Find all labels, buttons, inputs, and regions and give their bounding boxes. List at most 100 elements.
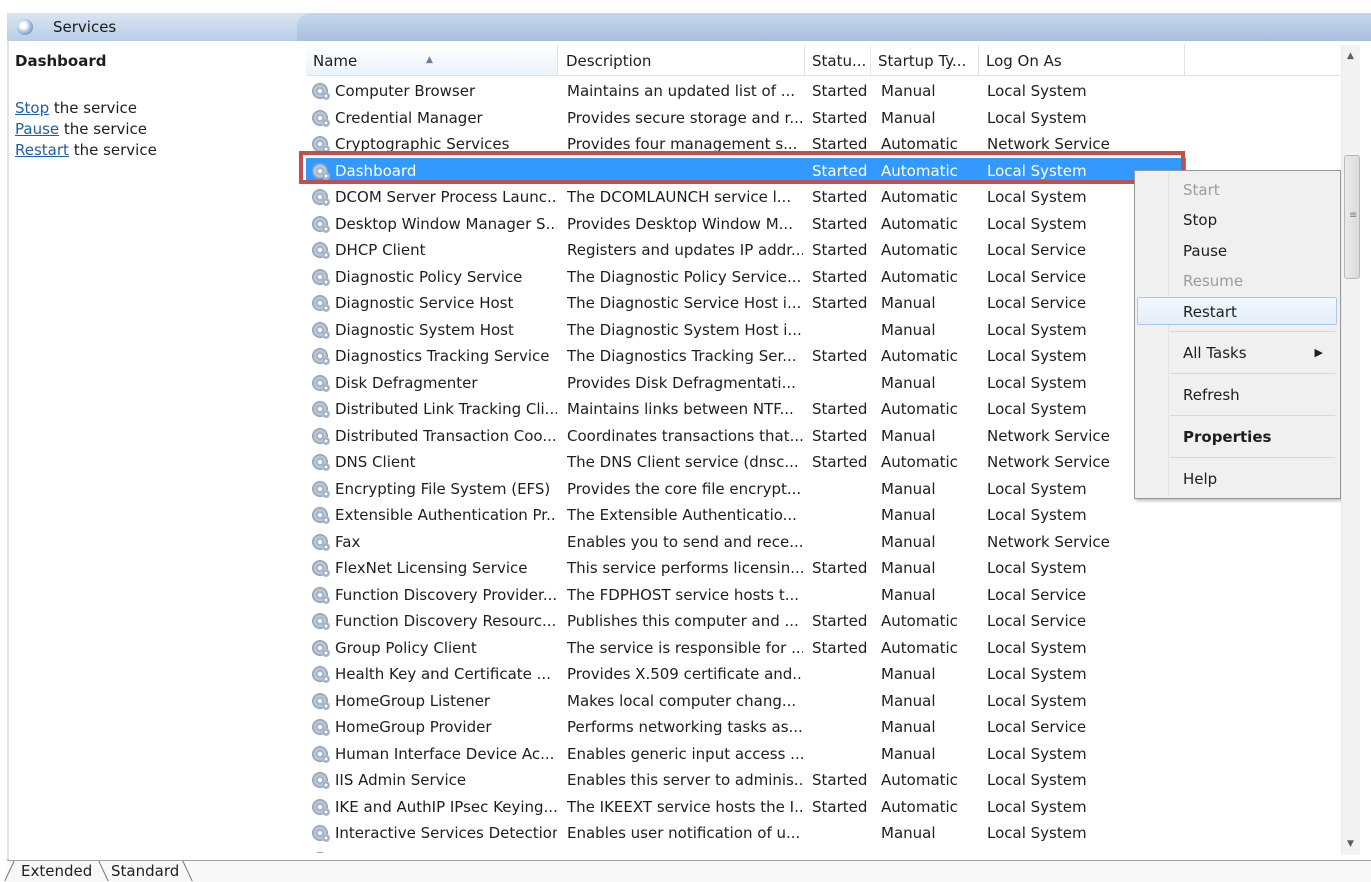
table-row[interactable]: Group Policy Client The service is respon… [306, 635, 1206, 662]
restart-link[interactable]: Restart [15, 141, 69, 159]
column-header-name[interactable]: ▲ Name [306, 45, 558, 75]
table-header: ▲ Name Description Statu... Startup Ty..… [306, 45, 1340, 76]
table-row[interactable]: Dashboard Started Automatic Local System [306, 157, 1186, 184]
column-header-status[interactable]: Statu... [805, 45, 871, 75]
table-row[interactable]: IKE and AuthIP IPsec Keying... The IKEEXT… [306, 794, 1206, 821]
vertical-scrollbar[interactable]: ▲ ≡ ▼ [1341, 45, 1360, 855]
menu-item-help[interactable]: Help [1137, 465, 1337, 493]
table-row[interactable]: Diagnostics Tracking Service The Diagnost… [306, 343, 1206, 370]
table-row[interactable]: Extensible Authentication Pr... The Exten… [306, 502, 1206, 529]
service-gear-icon [312, 639, 330, 657]
service-name: HomeGroup Listener [335, 691, 491, 710]
service-gear-icon [312, 507, 330, 524]
menu-item-pause[interactable]: Pause [1137, 237, 1337, 265]
service-startup-type: Manual [881, 373, 936, 392]
service-gear-icon [312, 83, 330, 100]
service-log-on-as: Local Service [987, 612, 1087, 630]
menu-item-label: Pause [1183, 242, 1228, 260]
menu-item-refresh[interactable]: Refresh [1137, 381, 1337, 409]
sidebar-action-restart: Restart the service [15, 141, 157, 159]
service-gear-icon [312, 586, 330, 604]
service-startup-type: Automatic [881, 214, 958, 233]
service-status: Started [812, 108, 868, 127]
table-row[interactable]: Computer Browser Maintains an updated lis… [306, 78, 1206, 105]
menu-item-start[interactable]: Start [1137, 176, 1337, 204]
service-description: Coordinates transactions that... [567, 426, 803, 445]
sidebar-action-stop: Stop the service [15, 99, 137, 117]
service-gear-icon [312, 295, 330, 312]
table-row[interactable]: Distributed Link Tracking Cli... Maintain… [306, 396, 1206, 423]
service-name: Function Discovery Resourc... [335, 612, 557, 630]
menu-item-resume[interactable]: Resume [1137, 267, 1337, 295]
table-row[interactable]: Interactive Services Detection Enables us… [306, 820, 1206, 847]
table-row[interactable]: Diagnostic Service Host The Diagnostic Se… [306, 290, 1206, 317]
table-row[interactable]: Diagnostic Policy Service The Diagnostic … [306, 264, 1206, 291]
table-row[interactable]: Desktop Window Manager S... Provides Desk… [306, 211, 1206, 238]
menu-item-restart[interactable]: Restart [1137, 297, 1337, 325]
service-gear-icon [312, 851, 328, 853]
service-name: DCOM Server Process Launc... [335, 188, 557, 206]
service-name: Internet Connection Sharing... [335, 847, 557, 854]
table-row[interactable]: Cryptographic Services Provides four mana… [306, 131, 1206, 158]
service-name: IKE and AuthIP IPsec Keying... [335, 797, 557, 816]
column-header-label: Startup Ty... [878, 52, 967, 70]
table-row[interactable]: DNS Client The DNS Client service (dnsc..… [306, 449, 1206, 476]
table-row[interactable]: Internet Connection Sharing... Provides n… [306, 847, 1206, 854]
service-gear-icon [312, 162, 330, 180]
service-log-on-as: Local System [987, 847, 1187, 854]
table-row[interactable]: Human Interface Device Ac... Enables gene… [306, 741, 1206, 768]
pause-link[interactable]: Pause [15, 120, 59, 138]
scroll-down-icon[interactable]: ▼ [1347, 839, 1354, 849]
table-row[interactable]: Health Key and Certificate ... Provides X… [306, 661, 1206, 688]
table-row[interactable]: Diagnostic System Host The Diagnostic Sys… [306, 317, 1206, 344]
table-row[interactable]: Function Discovery Provider... The FDPHOS… [306, 582, 1206, 609]
service-log-on-as: Local System [987, 744, 1087, 763]
service-name: Health Key and Certificate ... [335, 665, 551, 683]
table-row[interactable]: Distributed Transaction Coo... Coordinate… [306, 423, 1206, 450]
scroll-up-icon[interactable]: ▲ [1347, 51, 1354, 61]
table-row[interactable]: IIS Admin Service Enables this server to … [306, 767, 1206, 794]
service-startup-type: Manual [881, 320, 936, 339]
service-status: Started [812, 453, 868, 471]
service-startup-type: Automatic [881, 400, 958, 418]
service-description: Provides Desktop Window M... [567, 214, 793, 233]
table-row[interactable]: Encrypting File System (EFS) Provides the… [306, 476, 1206, 503]
service-name: Distributed Link Tracking Cli... [335, 400, 557, 418]
tab-standard[interactable]: Standard [97, 862, 193, 881]
table-row[interactable]: DCOM Server Process Launc... The DCOMLAUN… [306, 184, 1206, 211]
table-row[interactable]: HomeGroup Provider Performs networking ta… [306, 714, 1206, 741]
service-startup-type: Automatic [881, 347, 958, 365]
service-startup-type: Disabled [881, 847, 981, 854]
service-name: Disk Defragmenter [335, 373, 478, 392]
menu-item-label: Refresh [1183, 386, 1240, 404]
services-icon [17, 19, 33, 35]
column-header-startup-type[interactable]: Startup Ty... [871, 45, 979, 75]
table-row[interactable]: Credential Manager Provides secure storag… [306, 105, 1206, 132]
stop-link[interactable]: Stop [15, 99, 49, 117]
column-header-description[interactable]: Description [559, 45, 805, 75]
scrollbar-thumb[interactable]: ≡ [1344, 155, 1360, 279]
service-name: Diagnostic Service Host [335, 294, 514, 312]
service-startup-type: Automatic [881, 771, 958, 789]
column-header-log-on-as[interactable]: Log On As [979, 45, 1185, 75]
table-row[interactable]: FlexNet Licensing Service This service pe… [306, 555, 1206, 582]
menu-item-stop[interactable]: Stop [1137, 206, 1337, 234]
service-gear-icon [312, 745, 330, 763]
table-row[interactable]: Function Discovery Resourc... Publishes t… [306, 608, 1206, 635]
menu-item-properties[interactable]: Properties [1137, 423, 1337, 451]
service-name: Function Discovery Provider... [335, 585, 557, 604]
table-row[interactable]: HomeGroup Listener Makes local computer c… [306, 688, 1206, 715]
table-row[interactable]: Disk Defragmenter Provides Disk Defragmen… [306, 370, 1206, 397]
service-gear-icon [312, 374, 330, 392]
service-name: Cryptographic Services [335, 135, 510, 153]
service-log-on-as: Network Service [987, 135, 1110, 153]
service-name: Fax [335, 532, 361, 551]
service-log-on-as: Network Service [987, 532, 1110, 551]
service-name: Computer Browser [335, 82, 476, 100]
grip-icon: ≡ [1349, 210, 1358, 221]
tab-extended[interactable]: Extended [7, 862, 106, 881]
table-row[interactable]: DHCP Client Registers and updates IP addr… [306, 237, 1206, 264]
menu-item-all-tasks[interactable]: All Tasks ▶ [1137, 339, 1337, 367]
service-startup-type: Manual [881, 559, 936, 577]
table-row[interactable]: Fax Enables you to send and rece... Manual… [306, 529, 1206, 556]
